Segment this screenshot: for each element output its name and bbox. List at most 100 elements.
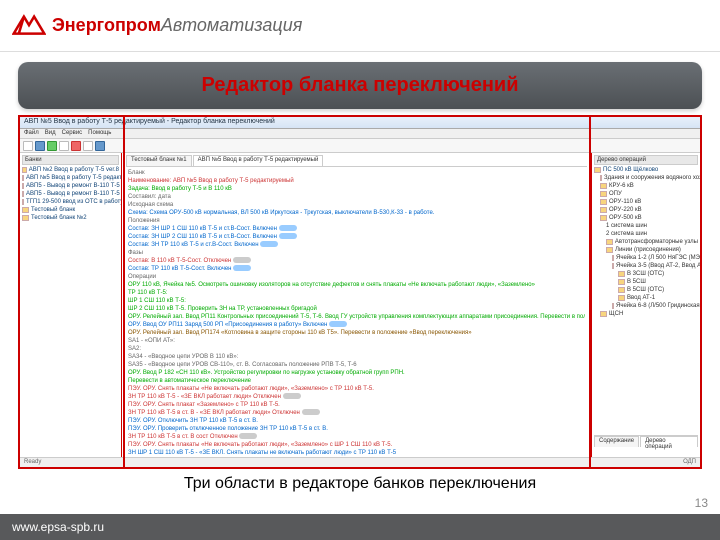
doc-line: ПЭУ. ОРУ. Проверить отключенное положени… (128, 425, 585, 433)
doc-line: ПЭУ. ОРУ. Снять плакаты «Не включать раб… (128, 385, 585, 393)
toggle-icon[interactable] (233, 257, 251, 263)
toolbar-icon[interactable] (95, 141, 105, 151)
folder-icon (22, 175, 24, 181)
tree-node[interactable]: 2 система шин (594, 230, 698, 238)
toolbar-icon[interactable] (71, 141, 81, 151)
folder-icon (600, 183, 607, 189)
right-tab[interactable]: Содержание (594, 436, 639, 447)
doc-line: ШР 2 СШ 110 кВ Т-5. Проверить ЗН на ТР, … (128, 305, 585, 313)
tree-node[interactable]: ОРУ-220 кВ (594, 206, 698, 214)
doc-line: ПЭУ. ОРУ. Снять плакаты «Не включать раб… (128, 441, 585, 449)
doc-line: ЗН ТР 110 кВ Т-5 в ст. В - «ЗЕ ВКЛ работ… (128, 409, 585, 417)
folder-icon (612, 303, 614, 309)
tree-node[interactable]: Линии (присоединения) (594, 246, 698, 254)
doc-line: Задача: Ввод в работу Т-5 и В 110 кВ (128, 185, 585, 193)
doc-line: SА2: (128, 345, 585, 353)
tree-node[interactable]: ОРУ-500 кВ (594, 214, 698, 222)
folder-icon (600, 311, 607, 317)
doc-line: ОРУ. Релейный зал. Ввод РП11 Контрольных… (128, 313, 585, 321)
toolbar-icon[interactable] (59, 141, 69, 151)
brand-text: ЭнергопромАвтоматизация (52, 15, 302, 36)
folder-icon (600, 207, 607, 213)
tree-node[interactable]: В 5СШ (594, 278, 698, 286)
folder-icon (22, 183, 24, 189)
status-bar: Ready ОДП (20, 457, 700, 467)
tree-node[interactable]: КРУ-6 кВ (594, 182, 698, 190)
menu-item[interactable]: Файл (24, 130, 39, 137)
page-number: 13 (695, 496, 708, 510)
folder-icon (594, 167, 601, 173)
tree-node[interactable]: Ячейка 1-2 (Л 500 НяГЭС (МЭС), Ввод АТ-1… (594, 254, 698, 262)
doc-line: Положения (128, 217, 585, 225)
tree-node[interactable]: ОПУ (594, 190, 698, 198)
toolbar-icon[interactable] (83, 141, 93, 151)
region-divider (589, 117, 591, 467)
menu-item[interactable]: Вид (45, 130, 56, 137)
folder-icon (612, 255, 614, 261)
toggle-icon[interactable] (233, 265, 251, 271)
menu-item[interactable]: Сервис (62, 130, 83, 137)
toggle-icon[interactable] (329, 321, 347, 327)
bank-item[interactable]: Тестовый бланк №2 (22, 214, 119, 222)
right-tab[interactable]: Дерево операций (640, 436, 698, 447)
toggle-icon[interactable] (283, 393, 301, 399)
toggle-icon[interactable] (279, 225, 297, 231)
doc-line: SА1 - «ОПИ АТ»: (128, 337, 585, 345)
logo-mark-icon (12, 13, 46, 39)
toolbar-icon[interactable] (35, 141, 45, 151)
toggle-icon[interactable] (239, 433, 257, 439)
toggle-icon[interactable] (302, 409, 320, 415)
doc-line: ТР 110 кВ Т-5: (128, 289, 585, 297)
app-toolbar (20, 139, 700, 153)
doc-line: Состав: ЗН ТР 110 кВ Т-5 и ст.В-Сост. Вк… (128, 241, 585, 249)
tree-node[interactable]: Ввод АТ-1 (594, 294, 698, 302)
tree-node[interactable]: В 5СШ (ОТС) (594, 286, 698, 294)
toggle-icon[interactable] (279, 233, 297, 239)
region-divider (123, 117, 125, 467)
doc-line: Схема: Схема ОРУ-500 кВ нормальная, ВЛ 5… (128, 209, 585, 217)
tree-node[interactable]: Ячейка 6-8 (Л/500 Гридинская (МТС), Ввод… (594, 302, 698, 310)
folder-icon (600, 191, 607, 197)
folder-icon (22, 167, 27, 173)
document-tab[interactable]: АВП №5 Ввод в работу Т-5 редактируемый (193, 155, 324, 166)
doc-line: ОРУ. Релейный зал. Ввод РП174 «Котловина… (128, 329, 585, 337)
bank-item[interactable]: АВП5 - Вывод в ремонт В-110 Т-5 редактир… (22, 190, 119, 198)
bank-item[interactable]: АВП №2 Ввод в работу Т-5 ver.8 (22, 166, 119, 174)
tree-node[interactable]: ЩСН (594, 310, 698, 318)
doc-line: ПЭУ. ОРУ. Снять плакат «Заземлено» с ТР … (128, 401, 585, 409)
bank-item[interactable]: Тестовый бланк (22, 206, 119, 214)
tree-node[interactable]: ОРУ-110 кВ (594, 198, 698, 206)
doc-line: Наименование: АВП №5 Ввод в работу Т-5 р… (128, 177, 585, 185)
mid-panel: Тестовый бланк №1АВП №5 Ввод в работу Т-… (122, 153, 592, 457)
toggle-icon[interactable] (260, 241, 278, 247)
doc-line: ЗН ТР 110 кВ Т-5 в ст. В сост Отключен (128, 433, 585, 441)
doc-line: SА35 - «Вводное цепи УРОВ СВ-110», ст. В… (128, 361, 585, 369)
toolbar-icon[interactable] (23, 141, 33, 151)
doc-line: ЗН ТР 110 кВ Т-5 - «ЗЕ ВКЛ работает люди… (128, 393, 585, 401)
document-tab[interactable]: Тестовый бланк №1 (126, 155, 192, 166)
app-menu-bar: Файл Вид Сервис Помощь (20, 129, 700, 139)
bank-item[interactable]: ТГП1 29-500 ввод из ОТС в работу (тестов… (22, 198, 119, 206)
bank-item[interactable]: АВП №5 Ввод в работу Т-5 редактируемый (22, 174, 119, 182)
doc-line: Состав: В 110 кВ Т-5-Сост. Отключен (128, 257, 585, 265)
folder-icon (600, 199, 607, 205)
slide-caption: Три области в редакторе банков переключе… (0, 475, 720, 493)
folder-icon (618, 271, 625, 277)
footer-url[interactable]: www.epsa-spb.ru (12, 520, 104, 534)
toolbar-icon[interactable] (47, 141, 57, 151)
tree-node[interactable]: 1 система шин (594, 222, 698, 230)
menu-item[interactable]: Помощь (88, 130, 111, 137)
folder-icon (22, 191, 24, 197)
right-panel: Дерево операций ПС 500 кВ ЩёлковоЗдания … (592, 153, 700, 457)
tree-node[interactable]: Здания и сооружения водяного хозяйства (594, 174, 698, 182)
folder-icon (618, 287, 625, 293)
tree-node[interactable]: Автотрансформаторные узлы (594, 238, 698, 246)
tree-root[interactable]: ПС 500 кВ Щёлково (594, 166, 698, 174)
tree-node[interactable]: Ячейка 3-5 (Ввод АТ-2, Ввод АТ-3, GZDC) (594, 262, 698, 270)
bank-item[interactable]: АВП5 - Вывод в ремонт В-110 Т-5 стр.1 (22, 182, 119, 190)
folder-icon (22, 199, 24, 205)
doc-line: ОРУ. Ввод ОУ РП11 Заряд 500 РП «Присоеди… (128, 321, 585, 329)
doc-line: Бланк (128, 169, 585, 177)
doc-line: Исходная схема (128, 201, 585, 209)
tree-node[interactable]: В 3СШ (ОТС) (594, 270, 698, 278)
